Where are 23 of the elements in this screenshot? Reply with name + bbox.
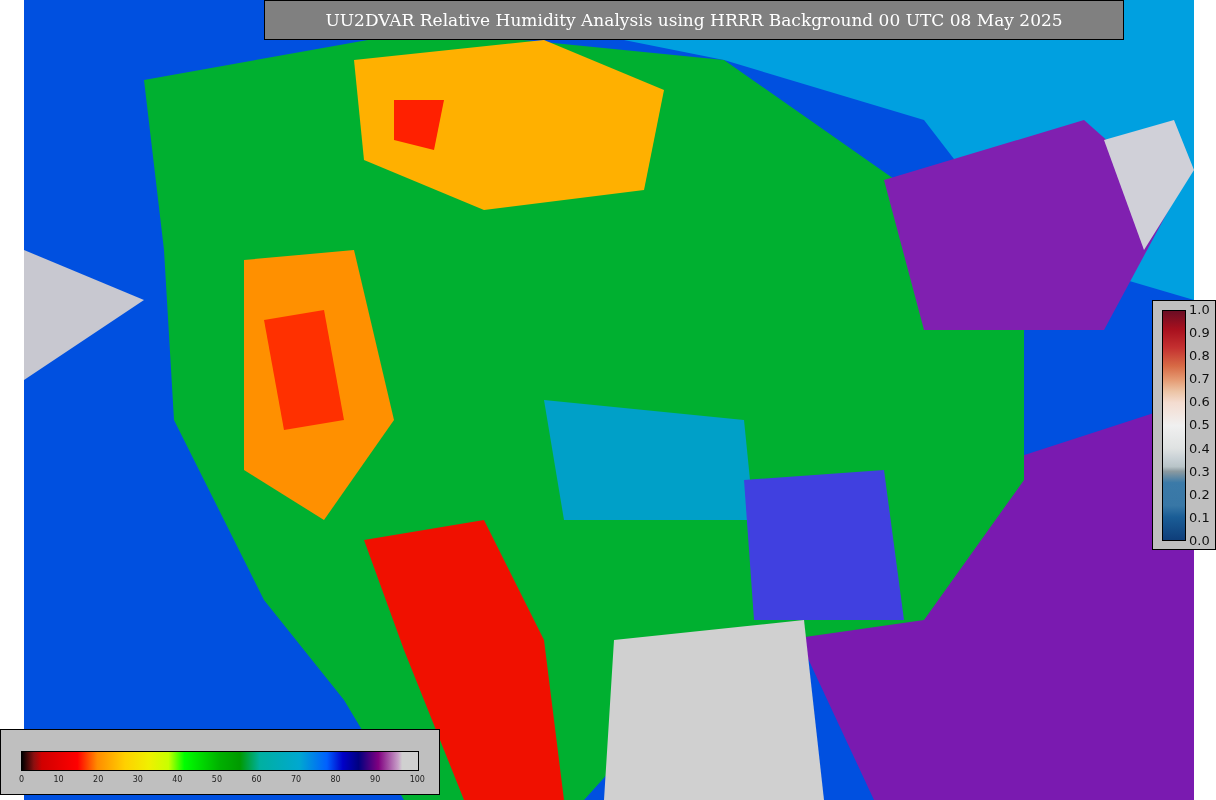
- scale-tick-label: 1.0: [1189, 303, 1210, 317]
- scale-tick-label: 80: [330, 775, 341, 784]
- scale-tick-label: 0.2: [1189, 487, 1210, 502]
- scale-tick-label: 70: [290, 775, 302, 784]
- scale-tick-label: 30: [132, 775, 143, 784]
- scale-tick-label: 90: [370, 775, 381, 784]
- scale-tick-label: 10: [53, 775, 64, 784]
- scale-tick-label: 20: [93, 775, 104, 784]
- scale-tick-label: 0.0: [1189, 533, 1210, 548]
- scale-tick-label: 100: [409, 775, 425, 784]
- scale-tick-label: 0.3: [1189, 464, 1210, 479]
- scale-tick-label: 50: [211, 775, 222, 784]
- scale-tick-label: 0.8: [1189, 349, 1210, 364]
- scale-tick-label: 0.6: [1189, 395, 1210, 410]
- scale-tick-label: 0.1: [1189, 510, 1210, 525]
- map-title: UU2DVAR Relative Humidity Analysis using HRRR Background 00 UTC 08 May 2025: [264, 0, 1124, 40]
- scale-tick-label: 0: [19, 775, 25, 784]
- scale-tick-label: 60: [251, 775, 262, 784]
- scale-tick-label: 0.9: [1189, 326, 1210, 341]
- scale-tick-label: 40: [172, 775, 183, 784]
- scale-tick-label: 0.4: [1189, 441, 1210, 456]
- scale-tick-label: 0.7: [1189, 372, 1210, 387]
- scale-tick-label: 0.5: [1189, 418, 1210, 433]
